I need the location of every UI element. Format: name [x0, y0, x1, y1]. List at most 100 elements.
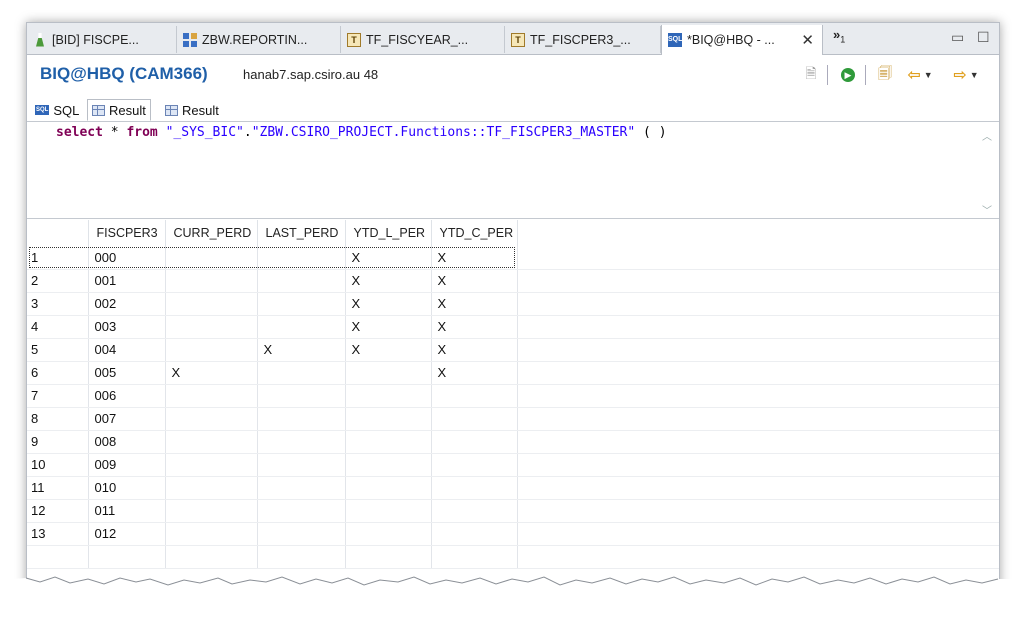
result-grid[interactable]: FISCPER3 CURR_PERD LAST_PERD YTD_L_PER Y…: [27, 220, 999, 593]
table-row[interactable]: 2 001 X X: [27, 269, 999, 293]
curr-perd-cell[interactable]: X: [165, 361, 258, 385]
ytd-l-per-cell[interactable]: [345, 407, 432, 431]
last-perd-cell[interactable]: [257, 315, 346, 339]
column-header-rownum[interactable]: [27, 220, 89, 246]
maximize-icon[interactable]: ☐: [977, 29, 990, 46]
ytd-l-per-cell[interactable]: X: [345, 292, 432, 316]
curr-perd-cell[interactable]: [165, 315, 258, 339]
curr-perd-cell[interactable]: [165, 522, 258, 546]
table-row[interactable]: 4 003 X X: [27, 315, 999, 339]
row-number-cell[interactable]: 9: [27, 430, 89, 454]
row-number-cell[interactable]: 1: [27, 246, 89, 270]
curr-perd-cell[interactable]: [165, 384, 258, 408]
last-perd-cell[interactable]: [257, 453, 346, 477]
ytd-c-per-cell[interactable]: X: [431, 269, 518, 293]
terminate-icon[interactable]: 🗎: [801, 65, 821, 83]
last-perd-cell[interactable]: [257, 499, 346, 523]
table-row[interactable]: 5 004 X X X: [27, 338, 999, 362]
ytd-l-per-cell[interactable]: X: [345, 315, 432, 339]
fiscper3-cell[interactable]: 011: [88, 499, 166, 523]
ytd-l-per-cell[interactable]: [345, 522, 432, 546]
fiscper3-cell[interactable]: 008: [88, 430, 166, 454]
ytd-c-per-cell[interactable]: X: [431, 246, 518, 270]
column-header-curr-perd[interactable]: CURR_PERD: [165, 220, 258, 246]
ytd-c-per-cell[interactable]: X: [431, 315, 518, 339]
fiscper3-cell[interactable]: 002: [88, 292, 166, 316]
table-row[interactable]: 7 006: [27, 384, 999, 408]
curr-perd-cell[interactable]: [165, 453, 258, 477]
ytd-l-per-cell[interactable]: [345, 476, 432, 500]
table-row[interactable]: 13 012: [27, 522, 999, 546]
explain-plan-icon[interactable]: 🗐: [875, 65, 895, 83]
tab-bid-fiscpe[interactable]: [BID] FISCPE...: [27, 26, 177, 53]
ytd-l-per-cell[interactable]: [345, 384, 432, 408]
curr-perd-cell[interactable]: [165, 338, 258, 362]
tab-tf-fiscyear[interactable]: T TF_FISCYEAR_...: [341, 26, 505, 53]
column-header-fiscper3[interactable]: FISCPER3: [88, 220, 166, 246]
row-number-cell[interactable]: 5: [27, 338, 89, 362]
fiscper3-cell[interactable]: 010: [88, 476, 166, 500]
fiscper3-cell[interactable]: 007: [88, 407, 166, 431]
row-number-cell[interactable]: 6: [27, 361, 89, 385]
row-number-cell[interactable]: 4: [27, 315, 89, 339]
last-perd-cell[interactable]: [257, 246, 346, 270]
last-perd-cell[interactable]: [257, 361, 346, 385]
table-row[interactable]: 8 007: [27, 407, 999, 431]
ytd-l-per-cell[interactable]: [345, 453, 432, 477]
curr-perd-cell[interactable]: [165, 499, 258, 523]
fiscper3-cell[interactable]: 003: [88, 315, 166, 339]
last-perd-cell[interactable]: [257, 292, 346, 316]
sql-statement[interactable]: select * from "_SYS_BIC"."ZBW.CSIRO_PROJ…: [56, 125, 667, 140]
table-row[interactable]: 10 009: [27, 453, 999, 477]
tab-result-active[interactable]: Result: [87, 99, 151, 121]
sql-editor[interactable]: select * from "_SYS_BIC"."ZBW.CSIRO_PROJ…: [27, 122, 999, 219]
minimize-icon[interactable]: ▭: [951, 29, 964, 46]
ytd-l-per-cell[interactable]: X: [345, 269, 432, 293]
curr-perd-cell[interactable]: [165, 246, 258, 270]
table-row[interactable]: 6 005 X X: [27, 361, 999, 385]
tab-overflow-button[interactable]: »1: [833, 27, 845, 45]
column-header-ytd-c-per[interactable]: YTD_C_PER: [431, 220, 518, 246]
row-number-cell[interactable]: 7: [27, 384, 89, 408]
fiscper3-cell[interactable]: 006: [88, 384, 166, 408]
table-row[interactable]: 11 010: [27, 476, 999, 500]
column-header-ytd-l-per[interactable]: YTD_L_PER: [345, 220, 432, 246]
last-perd-cell[interactable]: [257, 384, 346, 408]
close-icon[interactable]: ✕: [801, 31, 814, 49]
ytd-c-per-cell[interactable]: [431, 522, 518, 546]
fiscper3-cell[interactable]: 009: [88, 453, 166, 477]
ytd-c-per-cell[interactable]: X: [431, 292, 518, 316]
curr-perd-cell[interactable]: [165, 476, 258, 500]
row-number-cell[interactable]: 11: [27, 476, 89, 500]
ytd-c-per-cell[interactable]: [431, 384, 518, 408]
last-perd-cell[interactable]: [257, 476, 346, 500]
ytd-l-per-cell[interactable]: [345, 430, 432, 454]
last-perd-cell[interactable]: X: [257, 338, 346, 362]
row-number-cell[interactable]: 8: [27, 407, 89, 431]
scroll-up-icon[interactable]: ︿: [982, 128, 992, 143]
ytd-c-per-cell[interactable]: [431, 430, 518, 454]
fiscper3-cell[interactable]: 005: [88, 361, 166, 385]
row-number-cell[interactable]: 13: [27, 522, 89, 546]
table-row[interactable]: 12 011: [27, 499, 999, 523]
forward-button[interactable]: ⇨ ▼: [949, 67, 983, 84]
execute-button[interactable]: ▶: [839, 67, 857, 83]
ytd-l-per-cell[interactable]: X: [345, 246, 432, 270]
scroll-down-icon[interactable]: ﹀: [982, 202, 992, 217]
ytd-c-per-cell[interactable]: [431, 453, 518, 477]
ytd-c-per-cell[interactable]: [431, 476, 518, 500]
last-perd-cell[interactable]: [257, 269, 346, 293]
tab-zbw-reporting[interactable]: ZBW.REPORTIN...: [177, 26, 341, 53]
column-header-last-perd[interactable]: LAST_PERD: [257, 220, 346, 246]
ytd-c-per-cell[interactable]: [431, 499, 518, 523]
ytd-l-per-cell[interactable]: [345, 499, 432, 523]
tab-tf-fiscper3[interactable]: T TF_FISCPER3_...: [505, 26, 661, 53]
last-perd-cell[interactable]: [257, 522, 346, 546]
curr-perd-cell[interactable]: [165, 407, 258, 431]
tab-biq-hbq-active[interactable]: SQL *BIQ@HBQ - ... ✕: [661, 25, 823, 55]
row-number-cell[interactable]: 10: [27, 453, 89, 477]
curr-perd-cell[interactable]: [165, 430, 258, 454]
tab-sql[interactable]: SQL SQL: [31, 100, 83, 120]
ytd-c-per-cell[interactable]: [431, 407, 518, 431]
table-row[interactable]: 9 008: [27, 430, 999, 454]
